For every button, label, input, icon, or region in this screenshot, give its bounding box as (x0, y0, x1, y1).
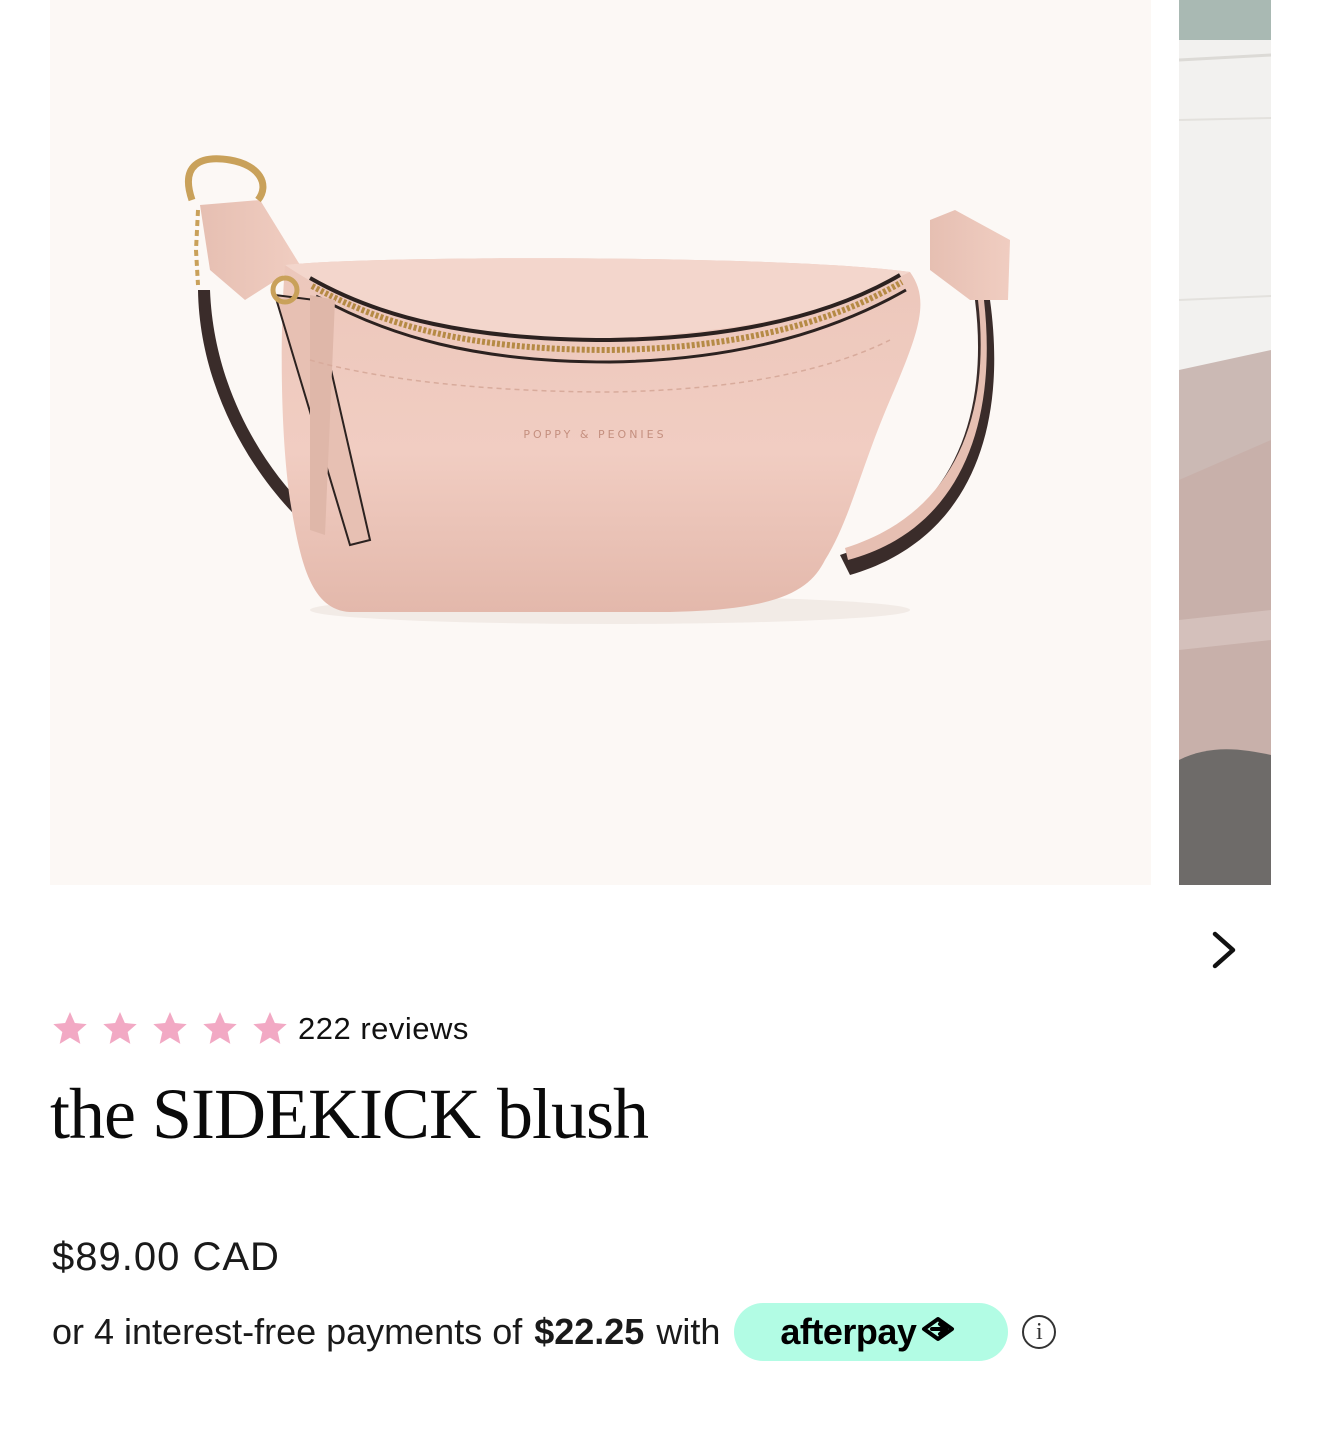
product-image-next-preview[interactable] (1179, 0, 1271, 885)
star-rating (50, 1009, 298, 1049)
star-icon (103, 1012, 137, 1044)
gallery-next-button[interactable] (1196, 922, 1252, 978)
afterpay-arrows-icon (918, 1311, 962, 1353)
product-image-gallery[interactable]: POPPY & PEONIES (0, 0, 1322, 885)
product-title: the SIDEKICK blush (50, 1074, 649, 1154)
afterpay-installments: or 4 interest-free payments of $22.25 wi… (52, 1302, 1057, 1362)
reviews-count-link[interactable]: 222 reviews (298, 1011, 469, 1047)
installments-prefix: or 4 interest-free payments of (52, 1311, 523, 1352)
star-icon (253, 1012, 287, 1044)
afterpay-badge[interactable]: afterpay (734, 1303, 1009, 1361)
star-icon (203, 1012, 237, 1044)
installment-amount: $22.25 (534, 1311, 645, 1352)
star-icon (153, 1012, 187, 1044)
product-image-main[interactable]: POPPY & PEONIES (50, 0, 1151, 885)
bag-imprint: POPPY & PEONIES (523, 428, 666, 441)
star-icon (53, 1012, 87, 1044)
product-price: $89.00 CAD (52, 1235, 280, 1279)
afterpay-logo-text: afterpay (780, 1311, 917, 1352)
installments-suffix: with (656, 1311, 721, 1352)
lifestyle-photo-peek (1179, 0, 1271, 885)
chevron-right-icon (1212, 931, 1236, 969)
product-rating[interactable]: 222 reviews (50, 1004, 469, 1054)
product-photo-bag: POPPY & PEONIES (184, 155, 1010, 624)
info-icon[interactable]: i (1022, 1315, 1057, 1349)
